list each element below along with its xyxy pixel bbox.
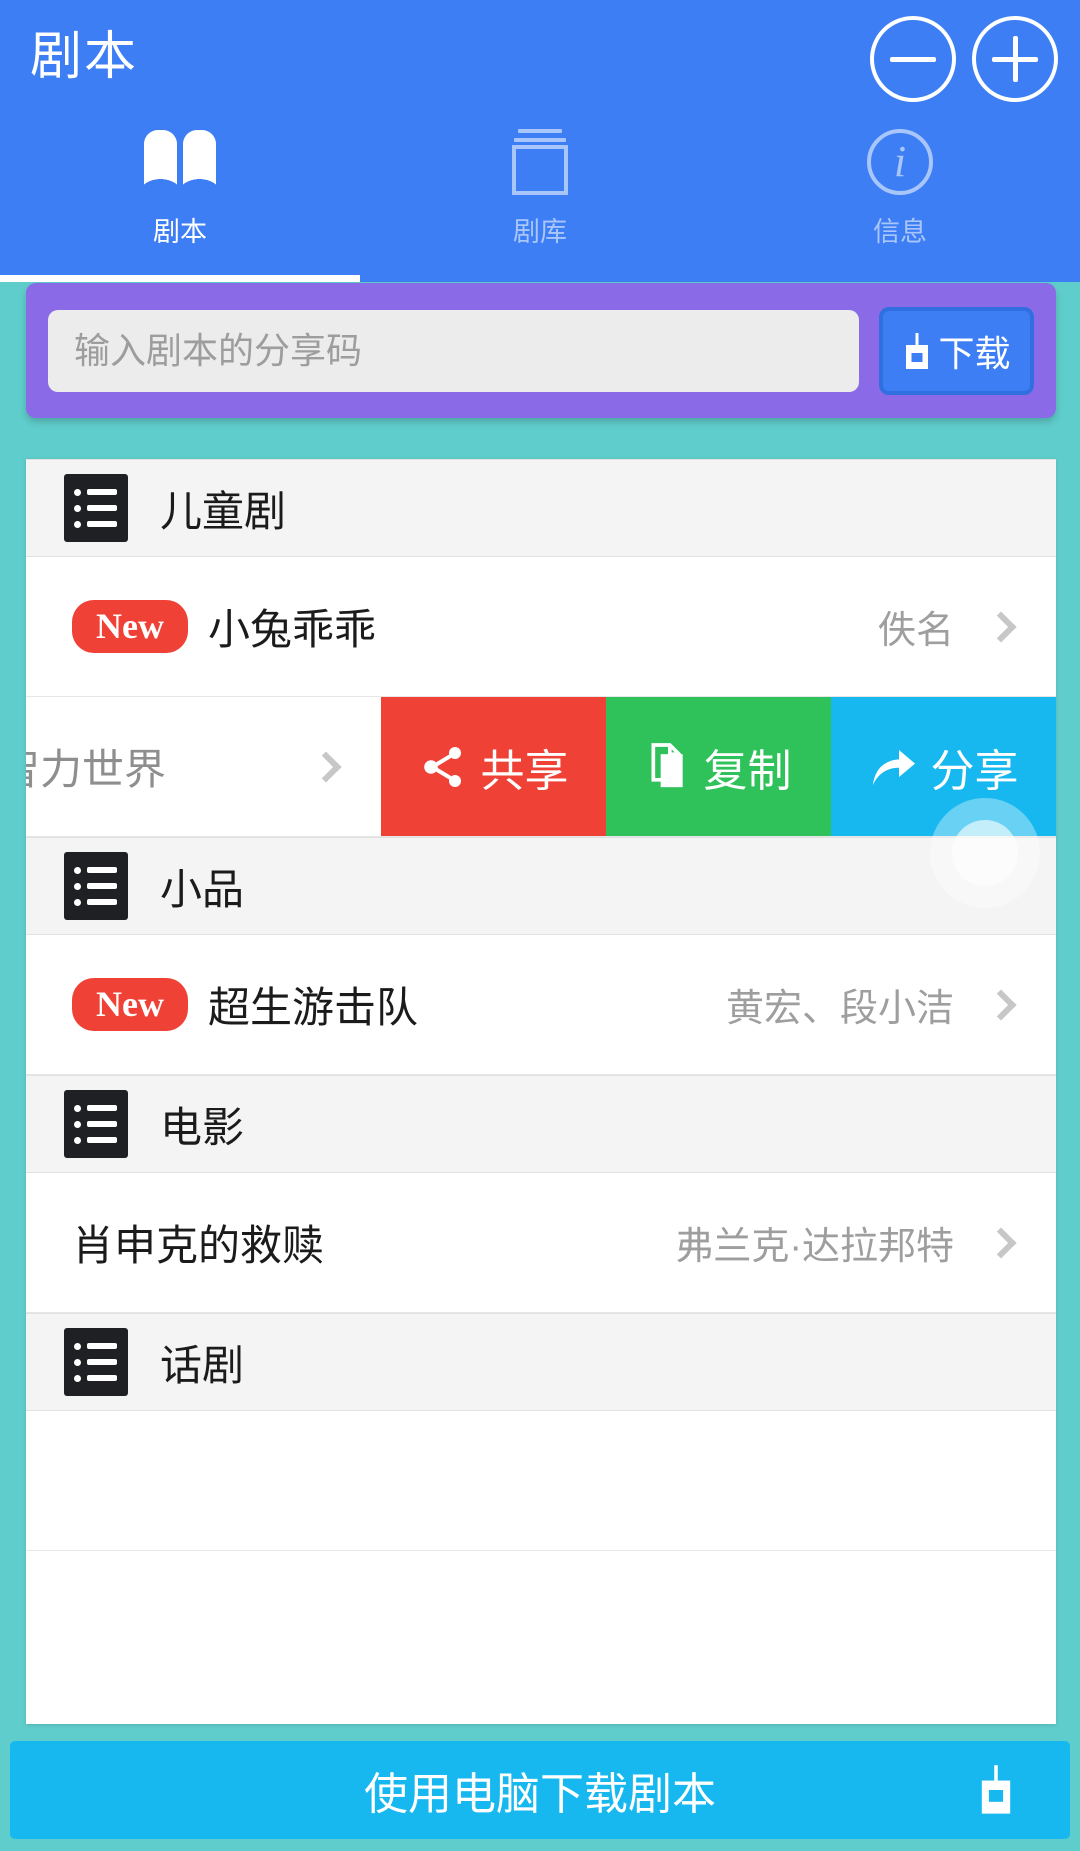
forward-arrow-icon [869, 745, 917, 789]
list-item-author: 黄宏、段小洁 [725, 988, 954, 1030]
swipe-action-copy-label: 复制 [703, 746, 792, 796]
header-top-bar: 剧本 [0, 0, 1080, 118]
list-item[interactable]: 肖申克的救赎 弗兰克·达拉邦特 [26, 1173, 1056, 1313]
status-badge: New [72, 599, 188, 654]
list-item-title: 肖申克的救赎 [72, 1222, 325, 1269]
list-icon [64, 1090, 128, 1158]
desktop-download-bar[interactable]: 使用电脑下载剧本 [10, 1741, 1070, 1839]
download-tray-icon [978, 1764, 1014, 1816]
download-button[interactable]: 下载 [879, 306, 1034, 395]
list-item-content[interactable]: 智力世界 [26, 697, 381, 836]
list-item-title: 小兔乖乖 [207, 606, 376, 653]
chevron-right-icon [985, 610, 1017, 643]
tab-library-label: 剧库 [513, 217, 567, 247]
book-icon [144, 124, 216, 200]
tab-scripts-label: 剧本 [153, 217, 207, 247]
list-section-header[interactable]: 话剧 [26, 1313, 1056, 1411]
tab-library[interactable]: 剧库 [360, 112, 720, 282]
download-tray-icon [902, 331, 932, 371]
chevron-right-icon [985, 1226, 1017, 1259]
list-icon [64, 1328, 128, 1396]
share-code-card: 下载 [26, 283, 1056, 418]
minus-button[interactable] [870, 16, 956, 102]
script-list: 儿童剧 New 小兔乖乖 佚名 智力世界 共享 [26, 459, 1056, 1724]
list-item[interactable]: New 小兔乖乖 佚名 [26, 557, 1056, 697]
list-icon [64, 852, 128, 920]
list-item-author: 佚名 [877, 610, 954, 652]
copy-icon [646, 742, 690, 791]
tab-bar: 剧本 剧库 i 信息 [0, 112, 1080, 282]
page-title: 剧本 [30, 28, 139, 86]
status-badge: New [72, 977, 188, 1032]
download-button-label: 下载 [938, 332, 1011, 374]
swipe-action-bar: 共享 复制 分享 [381, 697, 1056, 836]
library-icon [507, 124, 573, 200]
list-section-title: 儿童剧 [160, 487, 287, 535]
list-section-header[interactable]: 小品 [26, 837, 1056, 935]
list-item-partial[interactable] [26, 1411, 1056, 1551]
list-item-author: 弗兰克·达拉邦特 [675, 1226, 954, 1268]
share-nodes-icon [419, 743, 467, 791]
minus-icon [890, 56, 936, 62]
swipe-action-share-nodes-label: 共享 [480, 746, 569, 796]
list-icon [64, 474, 128, 542]
swipe-action-share-nodes[interactable]: 共享 [381, 697, 606, 836]
plus-icon-vertical [1012, 36, 1018, 82]
tab-active-indicator [0, 275, 360, 282]
swipe-action-forward[interactable]: 分享 [831, 697, 1056, 836]
header-actions [870, 16, 1058, 102]
desktop-download-label: 使用电脑下载剧本 [364, 1770, 716, 1819]
list-item[interactable]: New 超生游击队 黄宏、段小洁 [26, 935, 1056, 1075]
list-section-header[interactable]: 电影 [26, 1075, 1056, 1173]
info-icon: i [867, 124, 933, 200]
list-item-title: 智力世界 [26, 746, 167, 793]
list-item-title: 超生游击队 [207, 984, 418, 1031]
list-section-header[interactable]: 儿童剧 [26, 459, 1056, 557]
plus-button[interactable] [972, 16, 1058, 102]
chevron-right-icon [985, 988, 1017, 1021]
app-header: 剧本 剧本 剧库 i 信息 [0, 0, 1080, 282]
list-section-title: 小品 [160, 865, 245, 913]
chevron-right-icon [310, 750, 342, 783]
share-code-input[interactable] [48, 309, 859, 392]
tab-scripts[interactable]: 剧本 [0, 112, 360, 282]
tab-info-label: 信息 [873, 217, 927, 247]
swipe-action-copy[interactable]: 复制 [606, 697, 831, 836]
list-section-title: 话剧 [160, 1341, 245, 1389]
list-section-title: 电影 [160, 1103, 245, 1151]
tab-info[interactable]: i 信息 [720, 112, 1080, 282]
swipe-action-forward-label: 分享 [930, 746, 1019, 796]
list-item-swiped[interactable]: 智力世界 共享 [26, 697, 1056, 837]
